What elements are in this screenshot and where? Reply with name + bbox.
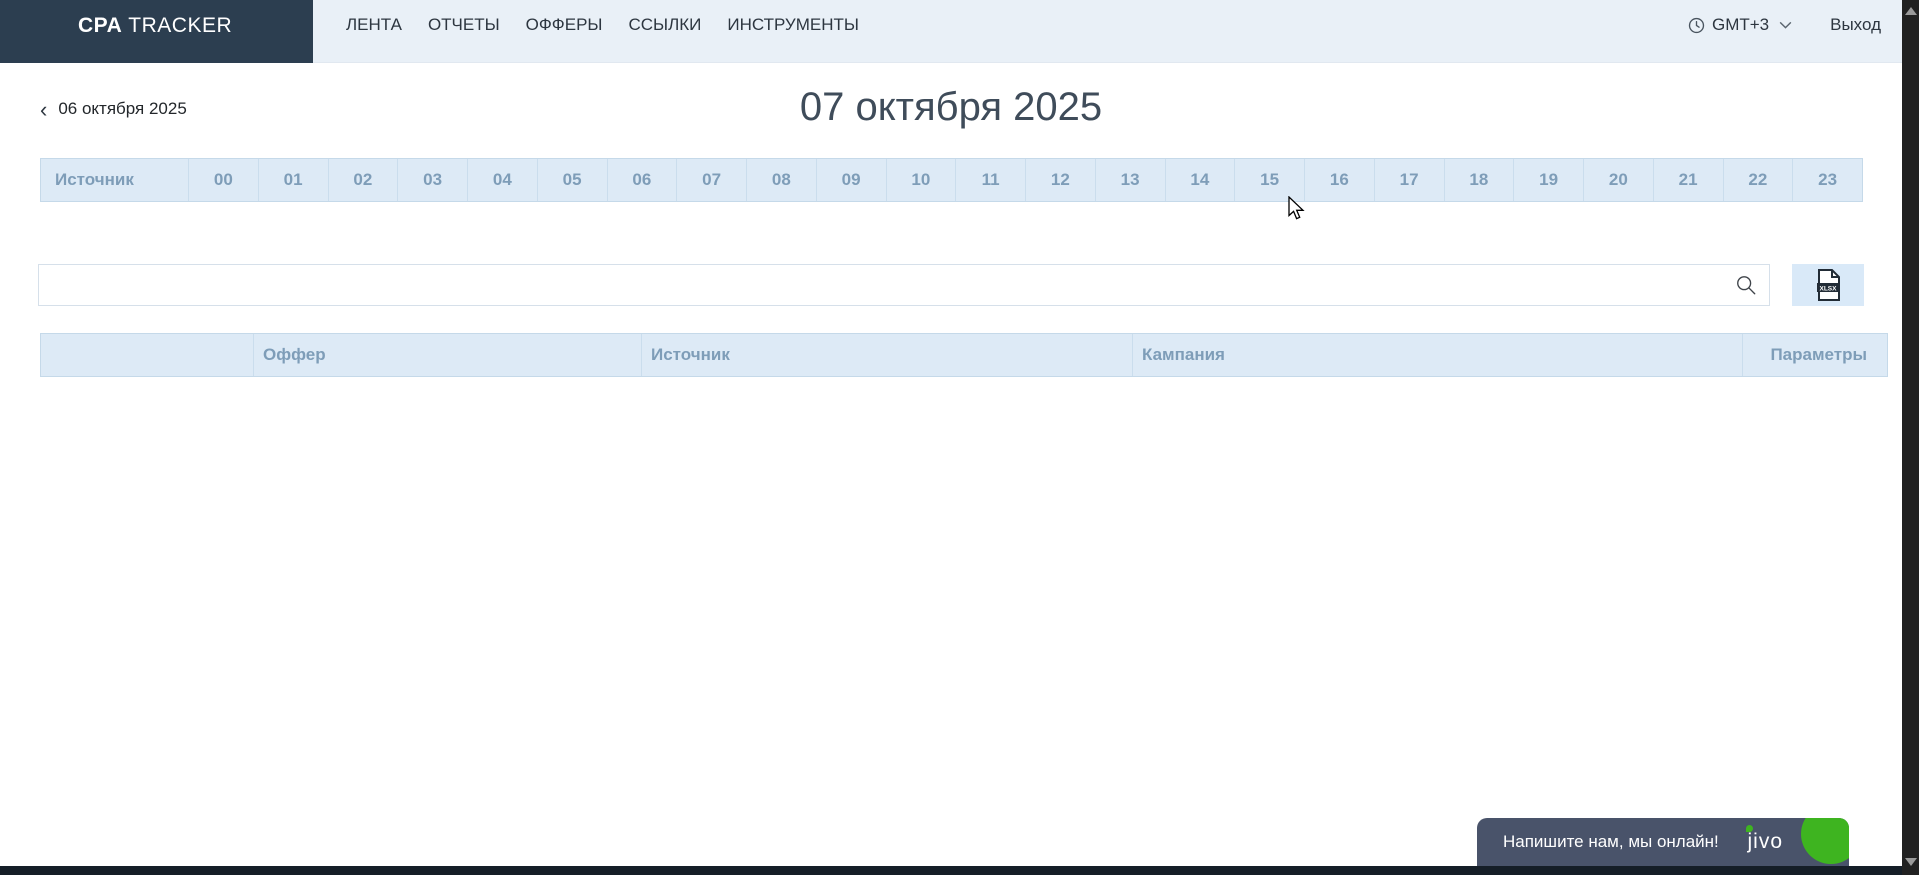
logo-block[interactable]: CPA TRACKER bbox=[0, 0, 313, 63]
xlsx-file-icon: XLSX bbox=[1814, 269, 1842, 301]
nav-item-lenta[interactable]: ЛЕНТА bbox=[346, 15, 402, 35]
hour-column-header[interactable]: 20 bbox=[1584, 159, 1654, 201]
jivo-logo: jivo bbox=[1747, 830, 1783, 854]
app-screen: CPA TRACKER ЛЕНТА ОТЧЕТЫ ОФФЕРЫ ССЫЛКИ ИН… bbox=[0, 0, 1919, 875]
hour-column-header[interactable]: 13 bbox=[1096, 159, 1166, 201]
top-navigation-bar: CPA TRACKER ЛЕНТА ОТЧЕТЫ ОФФЕРЫ ССЫЛКИ ИН… bbox=[0, 0, 1919, 63]
hour-column-header[interactable]: 00 bbox=[189, 159, 259, 201]
hour-column-header[interactable]: 18 bbox=[1445, 159, 1515, 201]
hour-column-header[interactable]: 04 bbox=[468, 159, 538, 201]
page-title: 07 октября 2025 bbox=[0, 85, 1902, 130]
hour-column-header[interactable]: 01 bbox=[259, 159, 329, 201]
export-xlsx-button[interactable]: XLSX bbox=[1792, 264, 1864, 306]
scroll-up-arrow-icon[interactable] bbox=[1905, 7, 1917, 15]
chat-message: Напишите нам, мы онлайн! bbox=[1503, 832, 1719, 852]
chevron-down-icon[interactable] bbox=[1779, 21, 1792, 29]
timezone-select[interactable]: GMT+3 bbox=[1712, 15, 1769, 35]
search-icon[interactable] bbox=[1735, 274, 1757, 296]
clock-icon bbox=[1688, 17, 1705, 34]
hour-column-header[interactable]: 08 bbox=[747, 159, 817, 201]
source-column-header: Источник bbox=[41, 159, 189, 201]
hour-column-header[interactable]: 11 bbox=[956, 159, 1026, 201]
search-bar bbox=[38, 264, 1770, 306]
nav-item-instrumenty[interactable]: ИНСТРУМЕНТЫ bbox=[727, 15, 859, 35]
hour-column-header[interactable]: 17 bbox=[1375, 159, 1445, 201]
hours-header-row: Источник 0001020304050607080910111213141… bbox=[40, 158, 1863, 202]
hour-column-header[interactable]: 06 bbox=[608, 159, 678, 201]
hour-column-header[interactable]: 03 bbox=[398, 159, 468, 201]
nav-item-offery[interactable]: ОФФЕРЫ bbox=[526, 15, 603, 35]
chat-widget[interactable]: Напишите нам, мы онлайн! jivo bbox=[1477, 818, 1849, 866]
hour-column-header[interactable]: 07 bbox=[677, 159, 747, 201]
svg-text:XLSX: XLSX bbox=[1820, 286, 1838, 293]
column-header-parameters: Параметры bbox=[1743, 334, 1887, 376]
column-header-empty bbox=[41, 334, 254, 376]
hour-column-header[interactable]: 02 bbox=[329, 159, 399, 201]
hour-column-header[interactable]: 10 bbox=[887, 159, 957, 201]
vertical-scrollbar[interactable] bbox=[1902, 0, 1919, 875]
hour-column-header[interactable]: 14 bbox=[1166, 159, 1236, 201]
main-nav: ЛЕНТА ОТЧЕТЫ ОФФЕРЫ ССЫЛКИ ИНСТРУМЕНТЫ bbox=[346, 0, 859, 50]
hour-column-header[interactable]: 09 bbox=[817, 159, 887, 201]
chat-leaf-icon bbox=[1801, 818, 1849, 864]
hour-column-header[interactable]: 19 bbox=[1514, 159, 1584, 201]
hour-column-header[interactable]: 15 bbox=[1235, 159, 1305, 201]
hour-column-header[interactable]: 22 bbox=[1724, 159, 1794, 201]
column-header-source: Источник bbox=[642, 334, 1133, 376]
hour-column-header[interactable]: 05 bbox=[538, 159, 608, 201]
data-table-header-row: Оффер Источник Кампания Параметры bbox=[40, 333, 1888, 377]
logout-button[interactable]: Выход bbox=[1830, 15, 1881, 35]
hour-column-header[interactable]: 23 bbox=[1793, 159, 1862, 201]
column-header-offer: Оффер bbox=[254, 334, 642, 376]
logo-bold-part: CPA bbox=[78, 14, 122, 37]
nav-item-otchety[interactable]: ОТЧЕТЫ bbox=[428, 15, 500, 35]
hour-column-header[interactable]: 21 bbox=[1654, 159, 1724, 201]
timezone-area: GMT+3 Выход bbox=[1688, 0, 1881, 50]
logo-rest-part: TRACKER bbox=[128, 14, 232, 37]
hour-column-header[interactable]: 16 bbox=[1305, 159, 1375, 201]
search-input[interactable] bbox=[39, 265, 1769, 305]
app-logo: CPA TRACKER bbox=[78, 14, 232, 38]
hour-column-header[interactable]: 12 bbox=[1026, 159, 1096, 201]
nav-item-ssylki[interactable]: ССЫЛКИ bbox=[628, 15, 701, 35]
bottom-edge-bar bbox=[0, 866, 1919, 875]
scroll-down-arrow-icon[interactable] bbox=[1905, 858, 1917, 866]
column-header-campaign: Кампания bbox=[1133, 334, 1743, 376]
